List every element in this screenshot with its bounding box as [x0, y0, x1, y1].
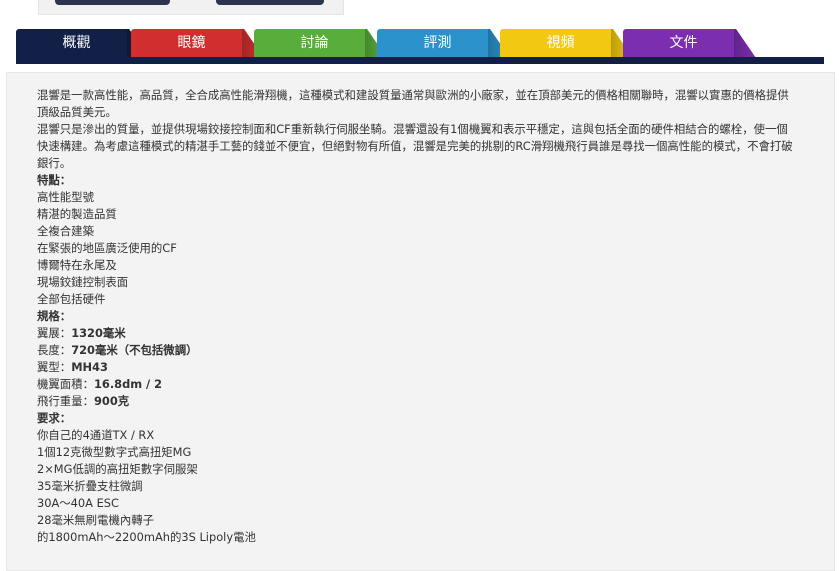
feature-item: 現場鉸鏈控制表面: [37, 275, 129, 289]
requirement-item: 35毫米折疊支柱微調: [37, 479, 143, 493]
feature-item: 全複合建築: [37, 224, 94, 238]
tab-documents[interactable]: 文件: [623, 29, 756, 58]
features-heading: 特點：: [37, 173, 72, 187]
spec-value: 720毫米（不包括微調）: [71, 343, 198, 357]
feature-item: 精湛的製造品質: [37, 207, 117, 221]
spec-label: 長度：: [37, 343, 72, 357]
spec-value: 1320毫米: [71, 326, 126, 340]
tab-specs[interactable]: 眼鏡: [131, 29, 264, 58]
tab-underline-bar: [16, 57, 824, 64]
feature-item: 高性能型號: [37, 190, 94, 204]
spec-value: 16.8dm / 2: [93, 377, 163, 391]
requirement-item: 30A～40A ESC: [37, 496, 119, 510]
feature-item: 在緊張的地區廣泛使用的CF: [37, 241, 177, 255]
overview-panel: 混響是一款高性能，高品質，全合成高性能滑翔機，這種模式和建設質量通常與歐洲的小廠…: [6, 72, 835, 571]
spec-value: MH43: [71, 360, 108, 374]
tab-discussion[interactable]: 討論: [254, 29, 387, 58]
spec-row: 機翼面積：16.8dm / 2: [37, 376, 797, 393]
product-description: 混響是一款高性能，高品質，全合成高性能滑翔機，這種模式和建設質量通常與歐洲的小廠…: [37, 87, 797, 546]
spec-row: 翼展：1320毫米: [37, 325, 797, 342]
requirement-item: 1個12克微型數字式高扭矩MG: [37, 445, 192, 459]
requirement-item: 2×MG低調的高扭矩數字伺服架: [37, 462, 198, 476]
requirement-item: 你自己的4通道TX / RX: [37, 428, 155, 442]
spec-label: 飛行重量：: [37, 394, 94, 408]
top-toolbar-strip: [38, 0, 344, 15]
top-button-left[interactable]: [55, 0, 170, 5]
intro-paragraph-2: 混響只是滲出的質量，並提供現場鉸接控制面和CF重新執行伺服坐騎。混響還設有1個機…: [37, 122, 793, 170]
tab-overview[interactable]: 概觀: [16, 29, 149, 58]
tab-reviews[interactable]: 評測: [377, 29, 510, 58]
spec-label: 翼型：: [37, 360, 72, 374]
requirement-item: 的1800mAh～2200mAh的3S Lipoly電池: [37, 530, 256, 544]
requirements-heading: 要求：: [37, 411, 72, 425]
spec-row: 長度：720毫米（不包括微調）: [37, 342, 797, 359]
spec-row: 翼型：MH43: [37, 359, 797, 376]
feature-item: 全部包括硬件: [37, 292, 106, 306]
spec-value: 900克: [93, 394, 130, 408]
requirement-item: 28毫米無刷電機內轉子: [37, 513, 155, 527]
tab-videos[interactable]: 視頻: [500, 29, 633, 58]
spec-label: 機翼面積：: [37, 377, 94, 391]
product-tabs: 概觀 眼鏡 討論 評測 視頻 文件: [16, 29, 826, 58]
intro-paragraph-1: 混響是一款高性能，高品質，全合成高性能滑翔機，這種模式和建設質量通常與歐洲的小廠…: [37, 88, 789, 119]
specs-heading: 規格：: [37, 309, 72, 323]
top-button-right[interactable]: [216, 0, 324, 5]
spec-row: 飛行重量：900克: [37, 393, 797, 410]
spec-label: 翼展：: [37, 326, 72, 340]
feature-item: 博爾特在永尾及: [37, 258, 117, 272]
